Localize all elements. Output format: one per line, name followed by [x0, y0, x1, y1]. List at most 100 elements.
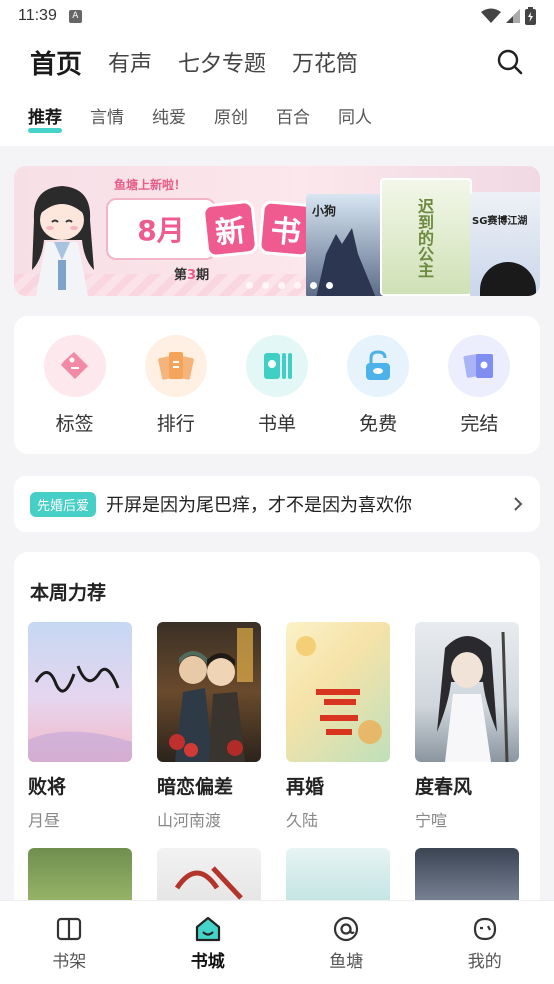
top-tab-kaleidoscope[interactable]: 万花筒	[292, 46, 358, 78]
status-bar: 11:39 A	[0, 0, 554, 32]
section-title: 本周力荐	[30, 582, 107, 604]
book-title: 再婚	[286, 776, 325, 798]
pagination-dot[interactable]	[262, 282, 269, 289]
bookstore-icon	[195, 916, 220, 942]
status-icons	[481, 7, 536, 25]
quick-entry-completed[interactable]: 完结	[439, 334, 519, 436]
status-time: 11:39	[18, 7, 57, 24]
issue-suffix: 期	[196, 268, 210, 283]
top-nav: 首页 有声 七夕专题 万花筒	[0, 38, 554, 86]
top-tab-qixi[interactable]: 七夕专题	[178, 46, 266, 78]
fishpond-icon	[334, 916, 359, 942]
flowers-illustration	[296, 636, 382, 744]
nav-label: 书城	[190, 952, 225, 972]
book-cover-partial[interactable]	[415, 848, 519, 900]
book-card[interactable]: 暗恋偏差 山河南渡	[157, 622, 261, 831]
quick-entry-free[interactable]: 免费	[338, 334, 418, 436]
search-icon[interactable]	[496, 48, 524, 76]
tab-original[interactable]: 原创	[214, 100, 248, 136]
banner-tag: 鱼塘上新啦！	[114, 178, 187, 192]
pagination-dot[interactable]	[326, 282, 333, 289]
promo-banner[interactable]: 鱼塘上新啦！ 8月 新 书 第3期 小狗 迟到的公主 SG赛博江湖	[14, 166, 540, 296]
nav-bookstore[interactable]: 书城	[139, 901, 278, 984]
weekly-picks-section: 本周力荐 败将 月昼 暗恋偏差 山河南渡 再婚 久陆 度春风 宁喧	[14, 552, 540, 900]
quick-entry-ranking[interactable]: 排行	[136, 334, 216, 436]
book-author: 宁喧	[415, 811, 448, 830]
quick-entry-tags[interactable]: 标签	[35, 334, 115, 436]
banner-cover-2: 迟到的公主	[380, 178, 472, 296]
tab-fanfic[interactable]: 同人	[338, 100, 372, 136]
announcement-bar[interactable]: 先婚后爱 开屏是因为尾巴痒，才不是因为喜欢你	[14, 476, 540, 532]
tab-romance[interactable]: 言情	[90, 100, 124, 136]
announcement-badge: 先婚后爱	[30, 491, 97, 517]
chevron-right-icon[interactable]	[512, 496, 524, 512]
book-title: 败将	[28, 776, 67, 798]
announcement-text: 开屏是因为尾巴痒，才不是因为喜欢你	[106, 495, 413, 516]
quick-entry-label: 书单	[257, 412, 296, 435]
unlock-icon	[347, 334, 410, 397]
book-card[interactable]: 败将 月昼	[28, 622, 132, 831]
nav-bookshelf[interactable]: 书架	[0, 901, 139, 984]
book-card[interactable]: 度春风 宁喧	[415, 622, 519, 831]
issue-number: 3	[187, 268, 197, 283]
nav-label: 鱼塘	[329, 952, 364, 972]
battery-icon	[525, 7, 536, 25]
booklist-icon	[245, 334, 308, 397]
tab-bl[interactable]: 纯爱	[152, 100, 186, 136]
book-cover	[415, 622, 519, 762]
tab-gl[interactable]: 百合	[276, 100, 310, 136]
main-content: 鱼塘上新啦！ 8月 新 书 第3期 小狗 迟到的公主 SG赛博江湖 标签 排行 …	[0, 146, 554, 900]
banner-pagination	[246, 282, 333, 289]
issue-prefix: 第	[174, 268, 188, 283]
quick-entries: 标签 排行 书单 免费 完结	[14, 316, 540, 454]
book-cover-partial[interactable]	[28, 848, 132, 900]
quick-entry-label: 完结	[460, 412, 499, 435]
banner-issue: 第3期	[174, 264, 209, 283]
tab-recommend[interactable]: 推荐	[28, 100, 62, 136]
book-cover	[157, 622, 261, 762]
banner-new-char-1: 新	[201, 199, 259, 259]
wifi-icon	[481, 8, 501, 23]
book-author: 久陆	[286, 811, 319, 830]
banner-cover-1-title: 小狗	[312, 204, 337, 218]
quick-entry-label: 排行	[156, 412, 195, 435]
quick-entry-label: 标签	[55, 412, 94, 435]
bottom-nav: 书架 书城 鱼塘 我的	[0, 900, 554, 984]
nav-fishpond[interactable]: 鱼塘	[277, 901, 416, 984]
book-title: 度春风	[415, 776, 473, 798]
chibi-character-illustration	[32, 186, 94, 296]
nav-profile[interactable]: 我的	[416, 901, 554, 984]
pagination-dot[interactable]	[246, 282, 253, 289]
book-author: 月昼	[28, 811, 61, 830]
book-cover-partial[interactable]	[286, 848, 390, 900]
nav-label: 书架	[52, 952, 87, 972]
pagination-dot[interactable]	[278, 282, 285, 289]
book-card[interactable]: 再婚 久陆	[286, 622, 390, 831]
book-cover	[28, 622, 132, 762]
calligraphy-illustration	[174, 866, 243, 900]
pagination-dot-active[interactable]	[310, 282, 317, 289]
banner-cover-2-title: 迟到的公主	[415, 198, 434, 278]
tag-icon	[43, 334, 106, 397]
book-cover-partial[interactable]	[157, 848, 261, 900]
category-tabs: 推荐 言情 纯爱 原创 百合 同人	[0, 100, 554, 140]
cards-icon	[448, 334, 511, 397]
top-tab-audio[interactable]: 有声	[108, 46, 152, 78]
signal-icon	[506, 9, 520, 23]
top-tab-home[interactable]: 首页	[30, 44, 82, 81]
swordsman-illustration	[437, 631, 509, 762]
banner-month: 8月	[137, 214, 185, 247]
book-cover	[286, 622, 390, 762]
nav-label: 我的	[467, 952, 502, 972]
notification-icon: A	[68, 9, 82, 23]
quick-entry-booklist[interactable]: 书单	[237, 334, 317, 436]
book-title: 暗恋偏差	[157, 776, 234, 798]
quick-entry-label: 免费	[359, 412, 398, 435]
banner-cover-3-title: SG赛博江湖	[472, 216, 528, 227]
bookshelf-icon	[57, 917, 82, 941]
pagination-dot[interactable]	[294, 282, 301, 289]
banner-month-card: 8月	[106, 198, 216, 260]
book-author: 山河南渡	[157, 811, 222, 830]
profile-icon	[473, 917, 496, 941]
ranking-icon	[144, 334, 207, 397]
